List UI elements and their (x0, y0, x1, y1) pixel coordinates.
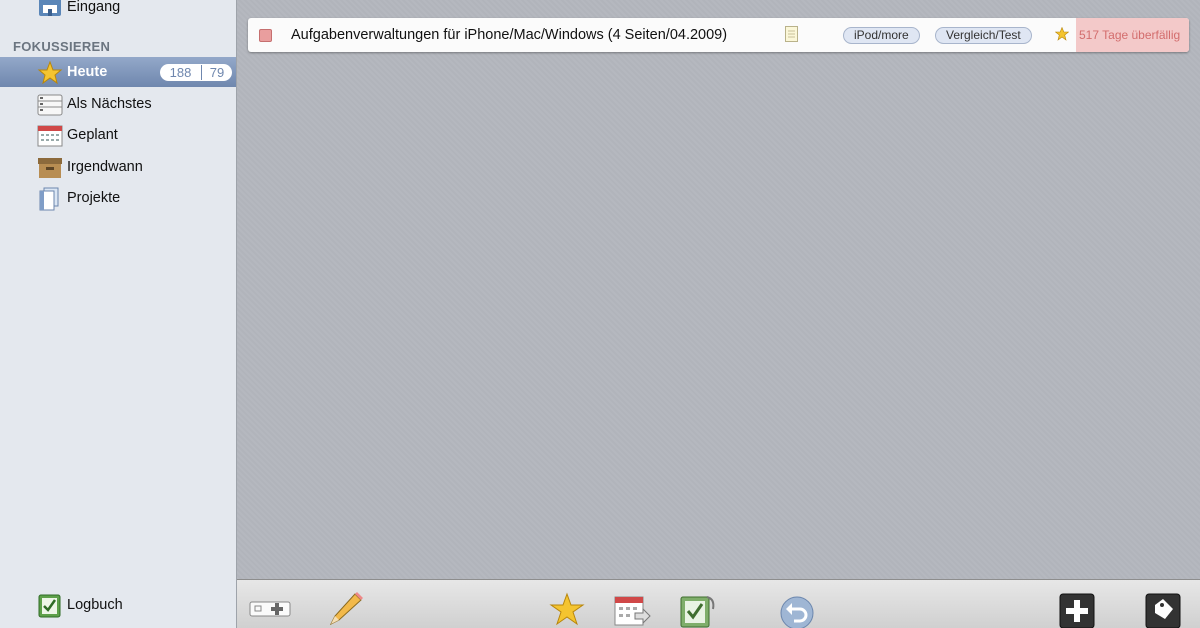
bottom-toolbar (237, 579, 1200, 628)
plus-icon[interactable] (1059, 593, 1095, 628)
count-total: 188 (160, 65, 202, 80)
sidebar: Eingang FOKUSSIEREN Heute 188 79 Als Näc… (0, 0, 237, 628)
sidebar-item-label: Geplant (67, 127, 118, 143)
sidebar-item-inbox[interactable]: Eingang (0, 0, 236, 22)
sidebar-item-logbook[interactable]: Logbuch (0, 590, 236, 620)
sidebar-item-next[interactable]: Als Nächstes (0, 89, 236, 119)
undo-icon[interactable] (779, 595, 815, 628)
tag-icon[interactable] (1145, 593, 1181, 628)
star-icon[interactable] (1055, 27, 1069, 41)
sidebar-item-scheduled[interactable]: Geplant (0, 120, 236, 150)
task-title: Aufgabenverwaltungen für iPhone/Mac/Wind… (291, 27, 728, 43)
inbox-icon (39, 0, 61, 16)
tag-badge[interactable]: iPod/more (843, 27, 920, 44)
sidebar-item-label: Irgendwann (67, 159, 143, 175)
task-list-area: Aufgabenverwaltungen für iPhone/Mac/Wind… (237, 0, 1200, 579)
list-icon (37, 94, 63, 116)
overdue-label: 517 Tage überfällig (1076, 18, 1189, 52)
section-header-focus: FOKUSSIEREN (13, 39, 111, 54)
pencil-icon[interactable] (325, 590, 365, 628)
sidebar-item-today[interactable]: Heute 188 79 (0, 57, 236, 87)
sidebar-item-someday[interactable]: Irgendwann (0, 152, 236, 182)
logbook-icon (38, 594, 61, 618)
star-icon (37, 61, 63, 85)
tag-badge[interactable]: Vergleich/Test (935, 27, 1032, 44)
sidebar-item-label: Heute (67, 64, 108, 80)
star-icon[interactable] (549, 592, 585, 628)
calendar-move-icon[interactable] (613, 595, 651, 628)
projects-icon (39, 187, 59, 211)
sidebar-item-label: Eingang (67, 0, 121, 15)
count-badge: 188 79 (160, 64, 232, 81)
count-overdue: 79 (209, 65, 225, 80)
task-checkbox[interactable] (259, 29, 272, 42)
add-item-icon[interactable] (249, 598, 293, 620)
calendar-icon (37, 125, 63, 147)
sidebar-item-label: Projekte (67, 190, 121, 206)
archive-box-icon (38, 158, 62, 178)
note-icon[interactable] (785, 26, 798, 42)
task-row[interactable]: Aufgabenverwaltungen für iPhone/Mac/Wind… (248, 18, 1189, 52)
checkbook-icon[interactable] (679, 593, 719, 628)
sidebar-item-label: Logbuch (67, 597, 123, 613)
sidebar-item-projects[interactable]: Projekte (0, 183, 236, 213)
sidebar-item-label: Als Nächstes (67, 96, 152, 112)
